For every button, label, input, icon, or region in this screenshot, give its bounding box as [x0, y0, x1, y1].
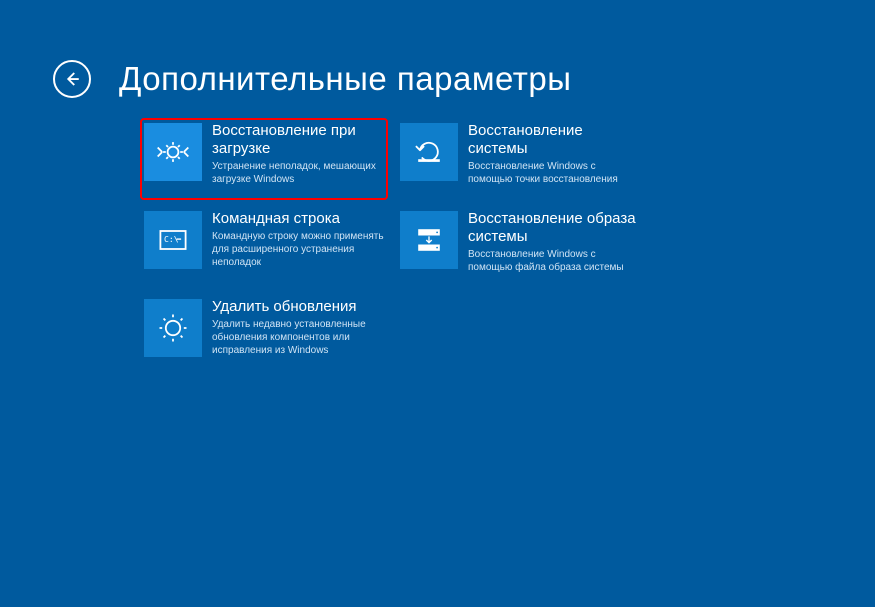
tile-text: Восстановление системы Восстановление Wi…: [468, 122, 640, 186]
tile-title: Восстановление системы: [468, 122, 640, 158]
tile-command-prompt[interactable]: C:\ Командная строка Командную строку мо…: [140, 206, 388, 288]
tile-text: Командная строка Командную строку можно …: [212, 210, 384, 269]
system-restore-icon: [400, 123, 458, 181]
uninstall-updates-icon: [144, 299, 202, 357]
tile-title: Удалить обновления: [212, 298, 384, 316]
tile-text: Восстановление при загрузке Устранение н…: [212, 122, 384, 186]
back-arrow-icon: [63, 70, 81, 88]
tile-desc: Командную строку можно применять для рас…: [212, 230, 384, 269]
tile-system-image[interactable]: Восстановление образа системы Восстановл…: [396, 206, 644, 288]
startup-repair-icon: [144, 123, 202, 181]
tile-desc: Удалить недавно установленные обновления…: [212, 318, 384, 357]
tile-title: Восстановление образа системы: [468, 210, 640, 246]
tile-title: Командная строка: [212, 210, 384, 228]
tile-text: Удалить обновления Удалить недавно устан…: [212, 298, 384, 357]
tile-system-restore[interactable]: Восстановление системы Восстановление Wi…: [396, 118, 644, 200]
svg-text:C:\: C:\: [164, 234, 179, 244]
tile-startup-repair[interactable]: Восстановление при загрузке Устранение н…: [140, 118, 388, 200]
back-button[interactable]: [53, 60, 91, 98]
system-image-icon: [400, 211, 458, 269]
tile-desc: Устранение неполадок, мешающих загрузке …: [212, 160, 384, 186]
header: Дополнительные параметры: [53, 60, 571, 98]
tiles-grid: Восстановление при загрузке Устранение н…: [140, 118, 644, 376]
page-title: Дополнительные параметры: [119, 60, 571, 98]
tile-desc: Восстановление Windows с помощью файла о…: [468, 248, 640, 274]
tile-desc: Восстановление Windows с помощью точки в…: [468, 160, 640, 186]
tile-text: Восстановление образа системы Восстановл…: [468, 210, 640, 274]
command-prompt-icon: C:\: [144, 211, 202, 269]
tile-title: Восстановление при загрузке: [212, 122, 384, 158]
tile-uninstall-updates[interactable]: Удалить обновления Удалить недавно устан…: [140, 294, 388, 376]
